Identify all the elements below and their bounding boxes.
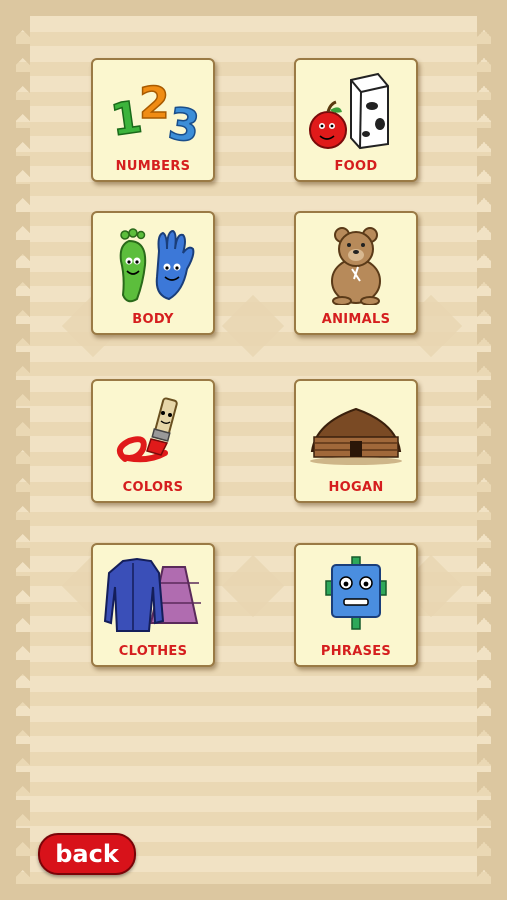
bear-icon <box>331 227 381 305</box>
category-tile-clothes[interactable]: CLOTHES <box>91 543 215 667</box>
category-tile-hogan[interactable]: HOGAN <box>294 379 418 503</box>
tile-label: HOGAN <box>328 480 384 495</box>
back-button[interactable]: back <box>38 833 136 875</box>
tile-label: BODY <box>132 312 174 327</box>
tile-label: COLORS <box>122 480 184 495</box>
background-board <box>16 16 491 884</box>
tile-label: CLOTHES <box>118 644 188 659</box>
numbers-123-icon: 1 2 3 <box>107 77 203 152</box>
apple-milk-icon <box>309 72 389 150</box>
diamond-decoration <box>221 294 285 358</box>
zigzag-left-edge <box>16 16 30 884</box>
category-tile-body[interactable]: BODY <box>91 211 215 335</box>
tile-label: FOOD <box>334 159 378 174</box>
paintbrush-icon <box>116 397 178 463</box>
svg-text:2: 2 <box>139 78 170 129</box>
tile-label: PHRASES <box>320 644 392 659</box>
category-tile-animals[interactable]: ANIMALS <box>294 211 418 335</box>
category-tile-phrases[interactable]: PHRASES <box>294 543 418 667</box>
diamond-decoration <box>221 554 285 618</box>
category-tile-food[interactable]: FOOD <box>294 58 418 182</box>
tile-label: ANIMALS <box>321 312 391 327</box>
category-tile-numbers[interactable]: 1 2 3 NUMBERS <box>91 58 215 182</box>
svg-text:3: 3 <box>165 98 202 152</box>
foot-hand-icon <box>119 228 195 303</box>
hogan-icon <box>310 407 402 465</box>
tile-label: NUMBERS <box>115 159 191 174</box>
zigzag-right-edge <box>477 16 491 884</box>
category-tile-colors[interactable]: COLORS <box>91 379 215 503</box>
robot-icon <box>325 556 387 630</box>
shirt-skirt-icon <box>103 557 201 632</box>
